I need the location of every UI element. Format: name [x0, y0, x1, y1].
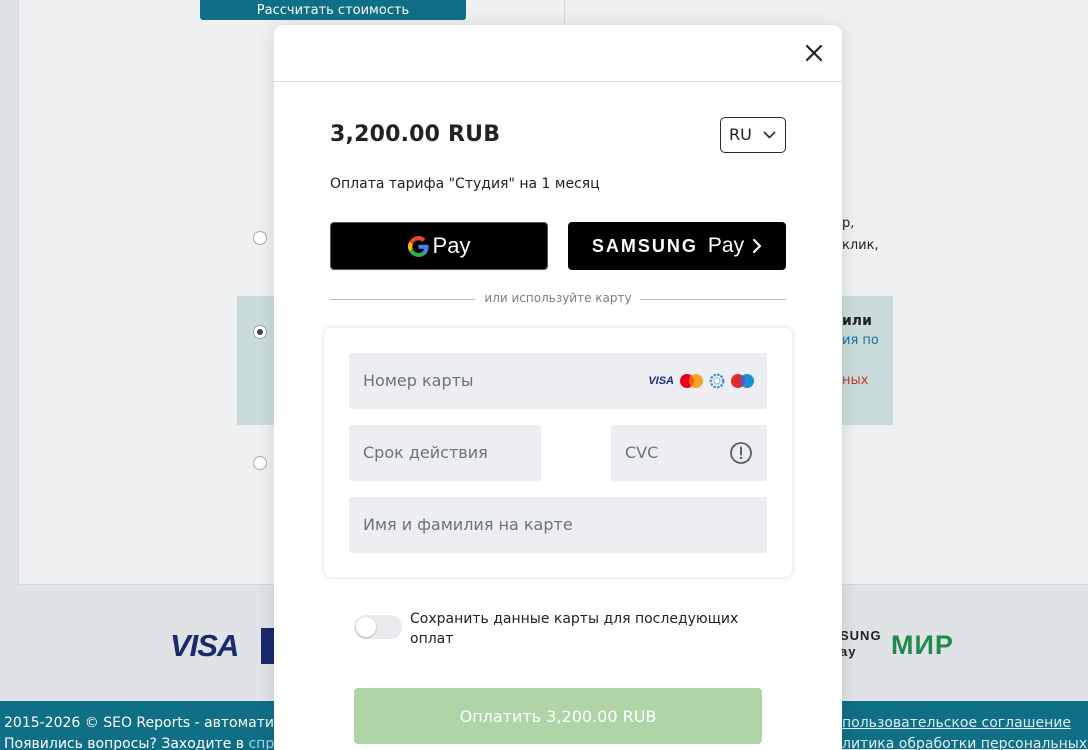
samsung-logo-line: SUNG	[840, 628, 882, 643]
background-text-fragment: или	[842, 313, 872, 329]
or-divider: или используйте карту	[330, 291, 786, 307]
google-pay-label: Pay	[432, 233, 471, 258]
tariff-radio-2[interactable]	[253, 325, 267, 339]
samsung-pay-logo: SUNG ay	[840, 628, 882, 660]
samsung-logo-line: ay	[840, 644, 857, 659]
info-icon[interactable]	[729, 441, 753, 465]
close-icon	[805, 44, 823, 62]
samsung-pay-label: Pay	[707, 234, 745, 257]
mir-logo: МИР	[891, 630, 954, 660]
cardholder-name-placeholder: Имя и фамилия на карте	[363, 515, 573, 534]
close-button[interactable]	[800, 39, 828, 67]
mir-brand-icon	[709, 373, 725, 389]
background-text-fragment: ных	[842, 373, 869, 388]
expiry-date-placeholder: Срок действия	[363, 443, 488, 462]
save-card-label: Сохранить данные карты для последующих о…	[410, 611, 739, 647]
chevron-right-icon	[752, 238, 762, 254]
card-number-placeholder: Номер карты	[363, 371, 474, 390]
tariff-radio-3[interactable]	[253, 456, 267, 470]
language-value: RU	[729, 125, 752, 144]
google-g-icon	[407, 235, 429, 257]
maestro-icon	[731, 374, 754, 388]
footer-help-prefix: Появились вопросы? Заходите в	[4, 736, 249, 750]
card-brands: VISA	[648, 373, 755, 389]
visa-secure-logo	[261, 628, 275, 664]
card-form: Номер карты VISA Срок действия CVC Имя и…	[324, 328, 792, 577]
payment-modal: 3,200.00 RUB RU Оплата тарифа "Студия" н…	[274, 25, 842, 750]
card-number-input[interactable]: Номер карты VISA	[349, 353, 767, 409]
visa-logo: VISA	[170, 628, 239, 663]
payment-amount: 3,200.00 RUB	[330, 122, 501, 147]
samsung-brand-label: SAMSUNG	[591, 235, 698, 256]
language-select[interactable]: RU	[720, 117, 786, 153]
footer-help-text: Появились вопросы? Заходите в справо	[4, 736, 300, 750]
pay-button[interactable]: Оплатить 3,200.00 RUB	[354, 688, 762, 744]
expiry-date-input[interactable]: Срок действия	[349, 425, 541, 481]
footer-user-agreement-link[interactable]: пользовательское соглашение	[842, 715, 1071, 731]
background-link-fragment[interactable]: ия по	[842, 333, 879, 348]
or-divider-text: или используйте карту	[475, 291, 641, 305]
save-card-toggle[interactable]	[354, 615, 402, 639]
cvc-input[interactable]: CVC	[611, 425, 767, 481]
background-text-fragment: клик,	[842, 238, 879, 253]
background-column-divider	[564, 0, 565, 25]
tariff-radio-1[interactable]	[253, 231, 267, 245]
modal-header	[274, 25, 842, 82]
footer-copyright: 2015-2026 © SEO Reports - автоматизац	[4, 715, 300, 731]
mastercard-icon	[680, 374, 703, 388]
chevron-down-icon	[763, 131, 776, 139]
samsung-pay-button[interactable]: SAMSUNG Pay	[568, 222, 786, 270]
footer-privacy-policy-link[interactable]: литика обработки персональных да	[842, 736, 1088, 750]
google-pay-button[interactable]: Pay	[330, 222, 548, 270]
calculate-cost-button[interactable]: Рассчитать стоимость	[200, 0, 466, 20]
cardholder-name-input[interactable]: Имя и фамилия на карте	[349, 497, 767, 553]
cvc-placeholder: CVC	[625, 443, 659, 462]
visa-brand-icon: VISA	[648, 375, 674, 387]
payment-description: Оплата тарифа "Студия" на 1 месяц	[330, 176, 600, 192]
background-text-fragment: р,	[842, 216, 855, 231]
